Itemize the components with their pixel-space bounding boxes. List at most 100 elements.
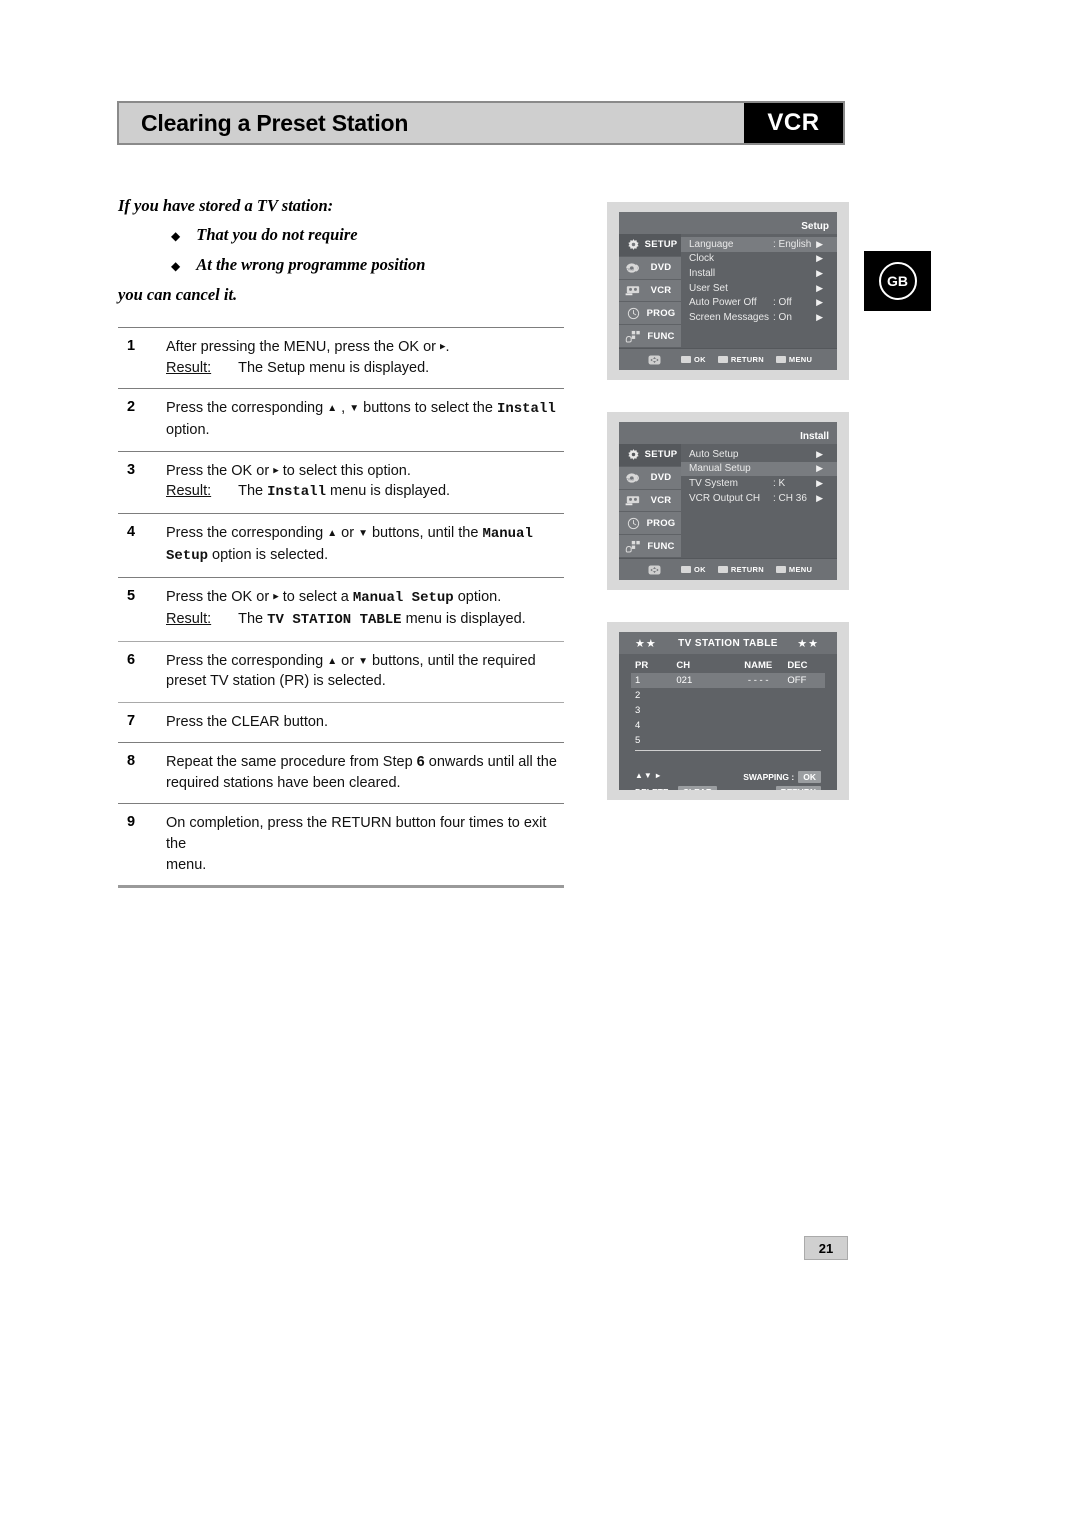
osd-menu-button[interactable]: MENU	[775, 355, 813, 364]
osd-menu-row[interactable]: Manual Setup ▶	[681, 461, 837, 477]
osd-sidebar: SETUP DVD DVD VCR PROG FUNC	[619, 234, 681, 348]
osd-menu-row[interactable]: Language : English ▶	[681, 237, 837, 252]
step-line: On completion, press the RETURN button f…	[166, 815, 547, 853]
osd-sidebar-item-dvd[interactable]: DVD DVD	[619, 467, 681, 490]
osd-sidebar-label: SETUP	[644, 239, 678, 251]
step-text: to select a	[278, 588, 353, 605]
osd-sidebar-item-vcr[interactable]: VCR	[619, 280, 681, 303]
osd-menu-row[interactable]: User Set ▶	[681, 281, 837, 296]
osd-footer-label: MENU	[788, 565, 813, 574]
step-text: buttons, until the	[367, 525, 483, 542]
step-line: option.	[166, 422, 210, 439]
osd-menu-label: Language	[689, 238, 734, 250]
step-number: 7	[127, 712, 136, 729]
table-row[interactable]: 3	[631, 703, 825, 718]
cassette-icon	[622, 284, 644, 296]
osd-ok-button[interactable]: OK	[681, 565, 706, 574]
diamond-bullet-icon: ◆	[171, 229, 181, 243]
osd-sidebar-item-vcr[interactable]: VCR	[619, 490, 681, 513]
osd-menu-row[interactable]: Install ▶	[681, 266, 837, 281]
step-line: Press the corresponding ▲ or ▼ buttons, …	[166, 651, 564, 672]
osd-sidebar-item-func[interactable]: FUNC	[619, 325, 681, 348]
step-line: Press the corresponding ▲ , ▼ buttons to…	[166, 398, 564, 420]
step-number: 3	[127, 461, 136, 478]
ok-button-icon	[681, 566, 691, 573]
osd-sidebar-item-setup[interactable]: SETUP	[619, 234, 681, 257]
result-label: Result:	[166, 483, 212, 500]
osd-titlebar: Install	[619, 422, 837, 444]
intro-block: If you have stored a TV station: ◆ That …	[118, 196, 578, 305]
osd-return-button[interactable]: RETURN	[717, 355, 764, 364]
osd-sidebar-item-prog[interactable]: PROG	[619, 512, 681, 536]
chevron-right-icon: ▶	[816, 492, 823, 503]
osd-menu-label: Screen Messages	[689, 311, 770, 323]
chevron-right-icon: ▶	[816, 253, 823, 264]
cell-ch: 021	[676, 675, 693, 686]
svg-text:DVD: DVD	[626, 267, 634, 271]
step-text: Press the OK or	[166, 588, 274, 605]
result-label: Result:	[166, 610, 212, 627]
osd-sidebar-item-dvd[interactable]: DVD DVD	[619, 257, 681, 280]
osd-menu-row[interactable]: Screen Messages : On ▶	[681, 310, 837, 325]
osd-footer-label: MENU	[788, 355, 813, 364]
intro-bullet-text: That you do not require	[196, 225, 358, 244]
osd-sidebar-item-setup[interactable]: SETUP	[619, 444, 681, 467]
step-item: 7 Press the CLEAR button.	[118, 703, 564, 743]
table-row[interactable]: 1 021 - - - - OFF	[631, 673, 825, 688]
step-text: onwards until all the	[424, 754, 557, 771]
swapping-hint: SWAPPING : OK	[743, 771, 821, 783]
table-row[interactable]: 2	[631, 688, 825, 703]
cell-pr: 1	[635, 675, 641, 686]
gear-icon	[622, 448, 644, 461]
step-item: 9 On completion, press the RETURN button…	[118, 804, 564, 885]
osd-menu-list: Auto Setup ▶ Manual Setup ▶ TV System : …	[681, 444, 837, 558]
osd-ok-button[interactable]: OK	[681, 355, 706, 364]
osd-panel: ★★ TV STATION TABLE ★★ PR CH NAME DEC 1 …	[619, 632, 837, 790]
osd-return-button[interactable]: RETURN	[717, 565, 764, 574]
gear-icon	[622, 238, 644, 251]
region-badge: GB	[864, 251, 931, 311]
osd-sidebar-item-prog[interactable]: PROG	[619, 302, 681, 326]
osd-footer-label: OK	[694, 355, 706, 364]
osd-menu-row[interactable]: Clock ▶	[681, 252, 837, 267]
chevron-right-icon: ▶	[816, 477, 823, 488]
chevron-right-icon: ▶	[816, 463, 823, 474]
intro-tail: you can cancel it.	[118, 285, 238, 304]
osd-menu-row[interactable]: Auto Setup ▶	[681, 447, 837, 462]
osd-sidebar-label: PROG	[646, 517, 676, 529]
delete-hint: DELETE : CLEAR	[635, 786, 718, 790]
clear-key[interactable]: CLEAR	[677, 786, 718, 790]
step-number: 2	[127, 399, 136, 416]
diamond-bullet-icon: ◆	[171, 259, 181, 273]
osd-menu-row[interactable]: VCR Output CH : CH 36 ▶	[681, 491, 837, 506]
osd-sidebar-item-func[interactable]: FUNC	[619, 535, 681, 558]
cell-pr: 4	[635, 720, 641, 731]
table-row[interactable]: 4	[631, 718, 825, 733]
step-line: After pressing the MENU, press the OK or…	[166, 337, 564, 358]
step-line: required stations have been cleared.	[166, 774, 401, 791]
step-result: Result: The TV STATION TABLE menu is disp…	[166, 609, 564, 631]
column-header-name: NAME	[744, 660, 773, 671]
osd-menu-button[interactable]: MENU	[775, 565, 813, 574]
step-text: Press the corresponding	[166, 525, 328, 542]
osd-menu-row[interactable]: Auto Power Off : Off ▶	[681, 295, 837, 310]
step-item: 5 Press the OK or ▸ to select a Manual S…	[118, 578, 564, 641]
cell-pr: 2	[635, 690, 641, 701]
osd-sidebar-label: VCR	[650, 284, 672, 296]
up-arrow-icon: ▲	[327, 403, 338, 415]
ok-key[interactable]: OK	[798, 771, 821, 783]
delete-label: DELETE :	[635, 787, 674, 790]
table-row[interactable]: 5	[631, 733, 825, 748]
nav-hint-icons: ▲▼ ▸	[635, 771, 662, 780]
table-separator	[635, 750, 821, 751]
osd-main: SETUP DVD DVD VCR	[619, 444, 837, 558]
result-text: The Install menu is displayed.	[238, 481, 450, 503]
disc-icon: DVD	[622, 472, 644, 484]
osd-sidebar-label: VCR	[650, 494, 672, 506]
osd-menu-row[interactable]: TV System : K ▶	[681, 476, 837, 491]
return-key[interactable]: RETURN	[775, 786, 821, 790]
osd-menu-list: Language : English ▶ Clock ▶ Install ▶ U…	[681, 234, 837, 348]
osd-footer: OK RETURN MENU	[619, 348, 837, 370]
intro-bullet-text: At the wrong programme position	[196, 255, 426, 274]
clock-icon	[622, 307, 644, 320]
